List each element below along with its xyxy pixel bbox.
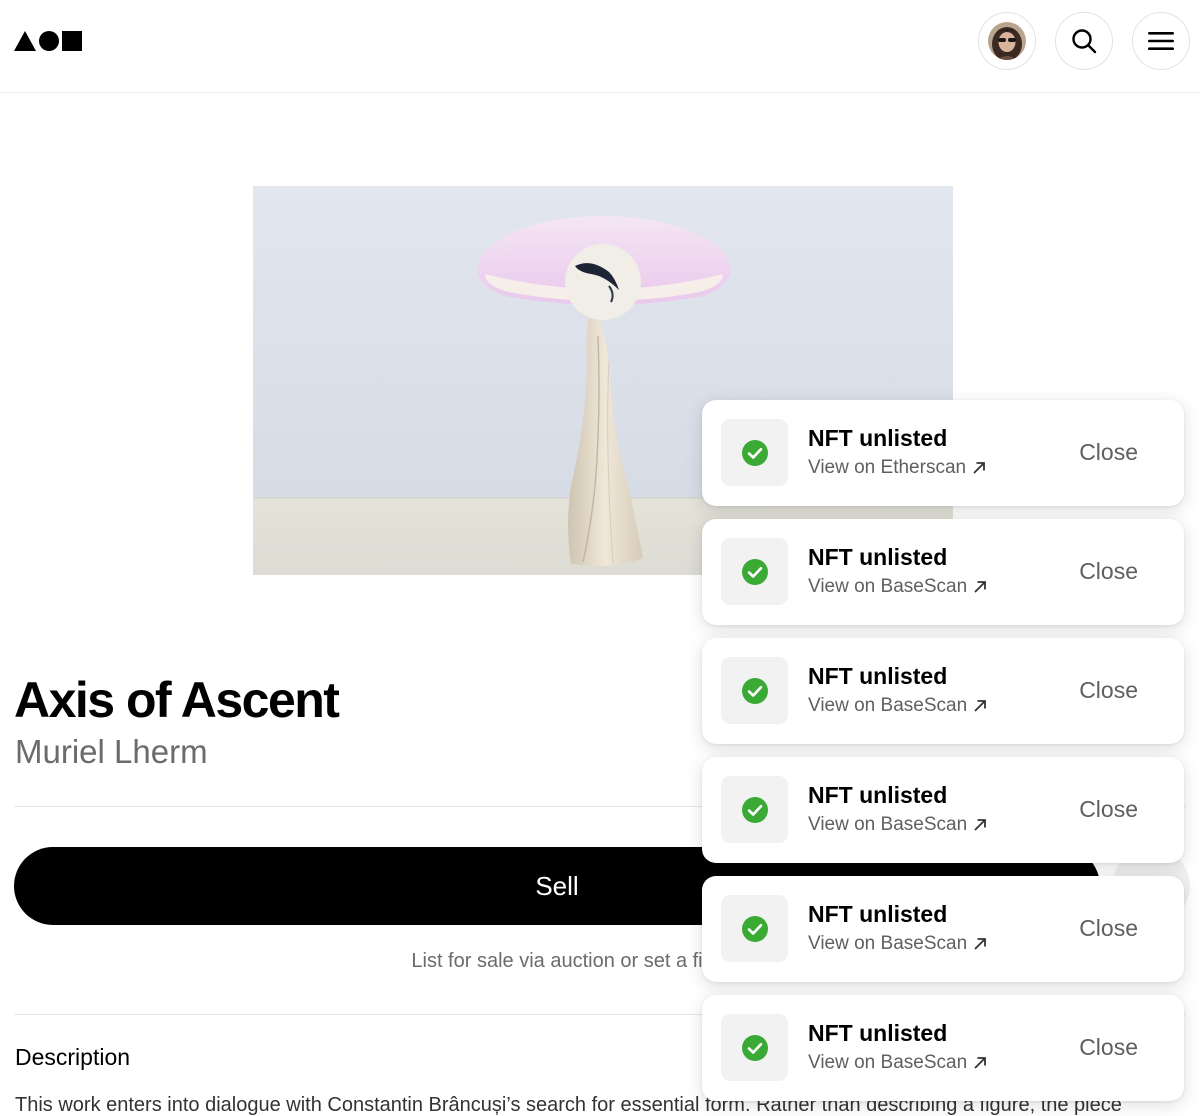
explorer-link[interactable]: View on BaseScan	[808, 813, 987, 837]
explorer-link-label: View on BaseScan	[808, 933, 968, 954]
artwork-title: Axis of Ascent	[14, 672, 340, 728]
explorer-link[interactable]: View on BaseScan	[808, 932, 987, 956]
explorer-link[interactable]: View on BaseScan	[808, 694, 987, 718]
toast-title: NFT unlisted	[808, 544, 948, 570]
toast-title: NFT unlisted	[808, 663, 948, 689]
avatar	[988, 22, 1026, 60]
toast-title: NFT unlisted	[808, 901, 948, 927]
toast-notification: NFT unlisted View on BaseScan Close	[702, 995, 1184, 1101]
toast-notification: NFT unlisted View on Etherscan Close	[702, 400, 1184, 506]
arrow-up-right-icon	[974, 819, 987, 831]
hamburger-menu-icon	[1148, 32, 1174, 50]
arrow-up-right-icon	[974, 1057, 987, 1069]
status-box	[721, 1014, 788, 1081]
check-circle-icon	[741, 915, 768, 942]
logo-icon[interactable]	[14, 30, 84, 52]
explorer-link-label: View on BaseScan	[808, 695, 968, 716]
explorer-link[interactable]: View on BaseScan	[808, 1051, 987, 1075]
search-button[interactable]	[1055, 12, 1113, 70]
top-header	[0, 0, 1200, 93]
arrow-up-right-icon	[974, 700, 987, 712]
close-button[interactable]: Close	[1079, 557, 1138, 585]
arrow-up-right-icon	[974, 581, 987, 593]
check-circle-icon	[741, 796, 768, 823]
toast-title: NFT unlisted	[808, 1020, 948, 1046]
profile-button[interactable]	[978, 12, 1036, 70]
arrow-up-right-icon	[974, 938, 987, 950]
artist-name[interactable]: Muriel Lherm	[15, 732, 208, 772]
check-circle-icon	[741, 439, 768, 466]
explorer-link[interactable]: View on BaseScan	[808, 575, 987, 599]
close-button[interactable]: Close	[1079, 914, 1138, 942]
toast-notification: NFT unlisted View on BaseScan Close	[702, 757, 1184, 863]
explorer-link-label: View on BaseScan	[808, 576, 968, 597]
explorer-link-label: View on Etherscan	[808, 457, 967, 478]
arrow-up-right-icon	[973, 462, 985, 474]
explorer-link-label: View on BaseScan	[808, 814, 968, 835]
check-circle-icon	[741, 1034, 768, 1061]
check-circle-icon	[741, 677, 768, 704]
status-box	[721, 895, 788, 962]
artwork-image[interactable]	[253, 186, 953, 575]
status-box	[721, 419, 788, 486]
check-circle-icon	[741, 558, 768, 585]
search-icon	[1072, 29, 1097, 54]
status-box	[721, 538, 788, 605]
menu-button[interactable]	[1132, 12, 1190, 70]
toast-notification: NFT unlisted View on BaseScan Close	[702, 876, 1184, 982]
toast-notification: NFT unlisted View on BaseScan Close	[702, 519, 1184, 625]
status-box	[721, 657, 788, 724]
toast-notification: NFT unlisted View on BaseScan Close	[702, 638, 1184, 744]
description-heading: Description	[15, 1044, 131, 1070]
explorer-link[interactable]: View on Etherscan	[808, 456, 986, 480]
toast-title: NFT unlisted	[808, 425, 948, 451]
close-button[interactable]: Close	[1079, 676, 1138, 704]
explorer-link-label: View on BaseScan	[808, 1052, 968, 1073]
close-button[interactable]: Close	[1079, 795, 1138, 823]
status-box	[721, 776, 788, 843]
close-button[interactable]: Close	[1079, 438, 1138, 466]
close-button[interactable]: Close	[1079, 1033, 1138, 1061]
toast-title: NFT unlisted	[808, 782, 948, 808]
